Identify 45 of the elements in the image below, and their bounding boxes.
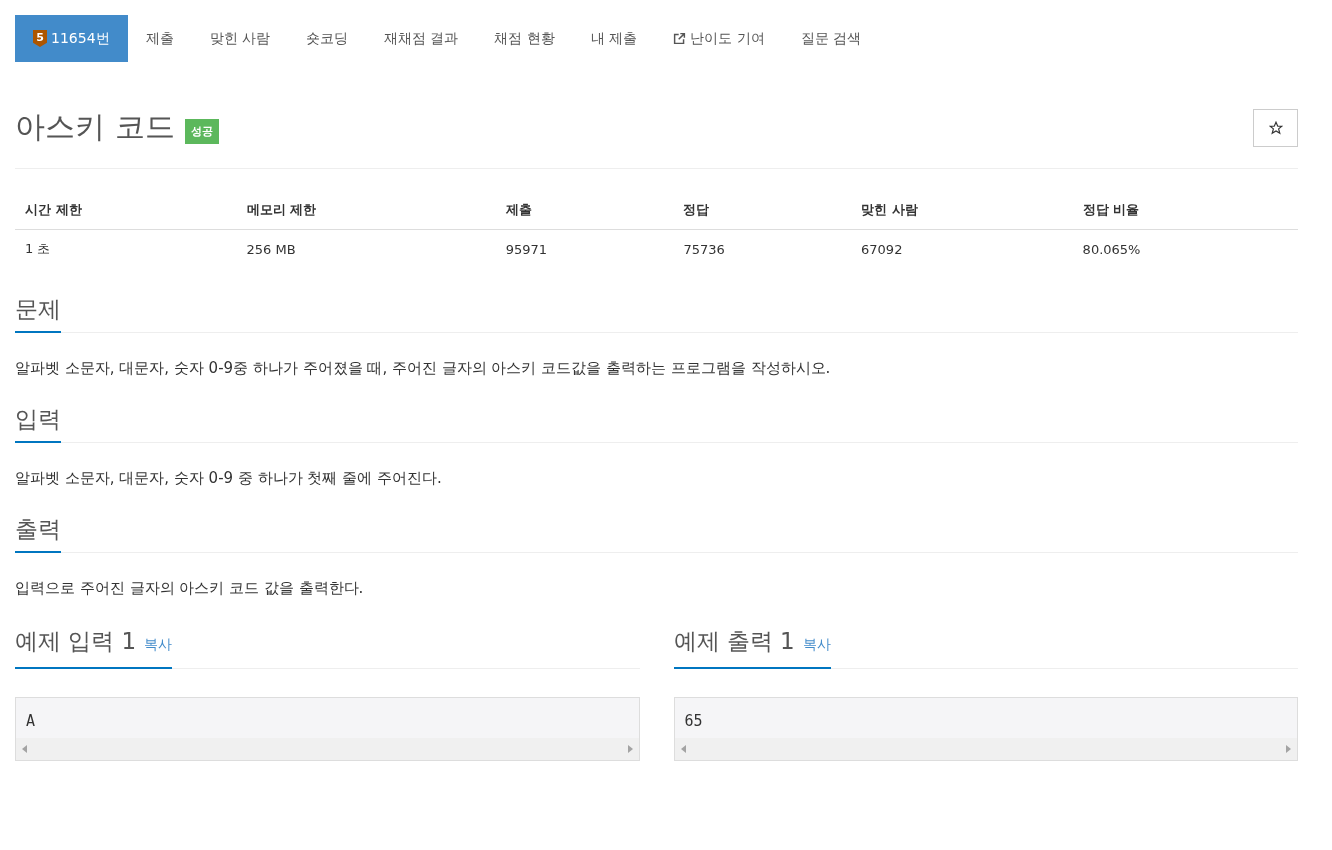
problem-title: 아스키 코드 bbox=[15, 108, 175, 146]
external-link-icon bbox=[673, 32, 687, 45]
scroll-left-icon[interactable] bbox=[22, 745, 27, 753]
section-heading: 입력 bbox=[15, 404, 61, 443]
table-cell: 75736 bbox=[673, 229, 852, 268]
scroll-right-icon[interactable] bbox=[1286, 745, 1291, 753]
nav-tab[interactable]: 숏코딩 bbox=[288, 15, 366, 62]
nav-tab[interactable]: 질문 검색 bbox=[782, 15, 880, 62]
column-header: 정답 bbox=[673, 191, 852, 230]
table-cell: 67092 bbox=[851, 229, 1073, 268]
star-icon bbox=[1268, 120, 1283, 135]
section-text: 알파벳 소문자, 대문자, 숫자 0-9 중 하나가 첫째 줄에 주어진다. bbox=[15, 469, 443, 488]
scrollbar[interactable] bbox=[674, 738, 1297, 760]
table-cell: 256 MB bbox=[236, 229, 496, 268]
sample-heading: 예제 출력 1 복사 bbox=[673, 626, 831, 669]
table-cell: 80.065% bbox=[1072, 229, 1298, 268]
nav-tab[interactable]: 5 11654번 bbox=[15, 15, 128, 62]
section-text: 알파벳 소문자, 대문자, 숫자 0-9중 하나가 주어졌을 때, 주어진 글자의 아스키 코드값을 출력하는 프로그램을 작성하시오. bbox=[15, 359, 832, 378]
scrollbar[interactable] bbox=[16, 738, 639, 760]
table-cell: 1 초 bbox=[15, 229, 237, 268]
star-button[interactable] bbox=[1253, 108, 1298, 147]
section-heading: 출력 bbox=[15, 514, 61, 553]
nav-tab[interactable]: 제출 bbox=[127, 15, 192, 62]
sample-text: 65 bbox=[683, 711, 704, 732]
nav-tab[interactable]: 난이도 기여 bbox=[655, 15, 783, 62]
scroll-left-icon[interactable] bbox=[680, 745, 686, 753]
table-cell: 95971 bbox=[495, 229, 674, 268]
column-header: 메모리 제한 bbox=[236, 191, 496, 230]
tier-badge: 5 bbox=[33, 30, 47, 47]
sample-heading: 예제 입력 1 복사 bbox=[15, 626, 173, 669]
section-heading: 문제 bbox=[15, 294, 61, 333]
section-text: 입력으로 주어진 글자의 아스키 코드 값을 출력한다. bbox=[15, 579, 365, 598]
column-header: 제출 bbox=[495, 191, 674, 230]
scroll-right-icon[interactable] bbox=[627, 745, 633, 753]
column-header: 시간 제한 bbox=[15, 191, 237, 230]
nav-tab[interactable]: 맞힌 사람 bbox=[191, 15, 288, 62]
nav-tab[interactable]: 내 제출 bbox=[572, 15, 656, 62]
copy-link[interactable]: 복사 bbox=[144, 636, 173, 652]
nav-tab[interactable]: 재채점 결과 bbox=[366, 15, 477, 62]
column-header: 맞힌 사람 bbox=[851, 191, 1073, 230]
status-label: 성공 bbox=[184, 119, 219, 144]
sample-text: A bbox=[25, 711, 37, 732]
copy-link[interactable]: 복사 bbox=[802, 636, 831, 652]
nav-tab[interactable]: 채점 현황 bbox=[476, 15, 573, 62]
column-header: 정답 비율 bbox=[1072, 191, 1298, 230]
